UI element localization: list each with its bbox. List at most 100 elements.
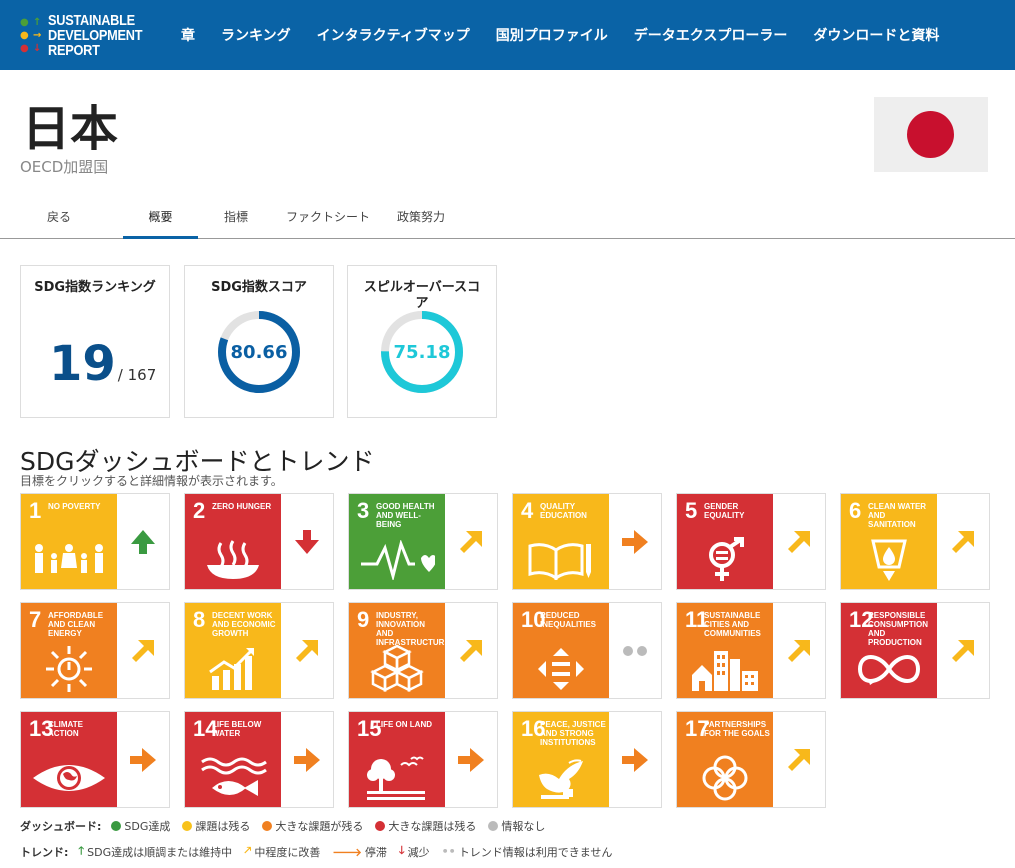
- legend-dot-icon: [182, 821, 193, 831]
- dashboard-legend: ダッシュボード: SDG達成 課題は残る 大きな課題が残る 大きな課題は残る 情報なし: [20, 818, 553, 834]
- sun-icon: [21, 641, 117, 696]
- goal-badge: 13 CLIMATE ACTION: [21, 712, 117, 807]
- trend-legend: トレンド: 🡑 SDG達成は順調または維持中 🡕 中程度に改善 🡒 停滞 🡓 減少 •• トレンド…: [20, 842, 620, 861]
- goal-badge: 14 LIFE BELOW WATER: [185, 712, 281, 807]
- sdg-goal-5-tile[interactable]: 5 GENDER EQUALITY: [676, 493, 826, 590]
- sdg-goal-6-tile[interactable]: 6 CLEAN WATER AND SANITATION: [840, 493, 990, 590]
- goal-badge: 3 GOOD HEALTH AND WELL-BEING: [349, 494, 445, 589]
- nav-interactive-map[interactable]: インタラクティブマップ: [304, 25, 483, 45]
- legend-item: 情報なし: [488, 818, 545, 834]
- legend-item: 大きな課題は残る: [375, 818, 476, 834]
- goal-badge: 8 DECENT WORK AND ECONOMIC GROWTH: [185, 603, 281, 698]
- book-icon: [513, 532, 609, 587]
- legend-dot-icon: [111, 821, 122, 831]
- goal-badge: 9 INDUSTRY, INNOVATION AND INFRASTRUCTURE: [349, 603, 450, 698]
- logo-text: SUSTAINABLE DEVELOPMENT REPORT: [48, 13, 150, 58]
- trend-up-icon: [117, 494, 169, 589]
- trend-stagnate-icon: [117, 712, 169, 807]
- tab-indicators[interactable]: 指標: [210, 204, 262, 239]
- sdg-goal-8-tile[interactable]: 8 DECENT WORK AND ECONOMIC GROWTH: [184, 602, 334, 699]
- sdg-goal-17-tile[interactable]: 17 PARTNERSHIPS FOR THE GOALS: [676, 711, 826, 808]
- equality-icon: [513, 641, 609, 696]
- rank-value: 19 / 167: [49, 336, 156, 392]
- top-navigation-bar: ● ↑ ● → ● ↓ SUSTAINABLE DEVELOPMENT REPORT …: [0, 0, 1015, 70]
- tab-back[interactable]: 戻る: [20, 204, 98, 239]
- sdg-goal-14-tile[interactable]: 14 LIFE BELOW WATER: [184, 711, 334, 808]
- goal-number: 2: [193, 498, 206, 523]
- goal-title: GENDER EQUALITY: [704, 502, 745, 520]
- legend-item-label: SDG達成: [124, 820, 171, 833]
- trend-arrow-icon: 🡒: [332, 845, 362, 859]
- sdg-goal-11-tile[interactable]: 11 SUSTAINABLE CITIES AND COMMUNITIES: [676, 602, 826, 699]
- score-card: SDG指数スコア 80.66: [184, 265, 334, 418]
- sdg-goal-15-tile[interactable]: 15 LIFE ON LAND: [348, 711, 498, 808]
- goal-number: 6: [849, 498, 862, 523]
- trend-moderate-icon: [773, 712, 825, 807]
- goal-title: DECENT WORK AND ECONOMIC GROWTH: [212, 611, 276, 638]
- goal-title: LIFE BELOW WATER: [212, 720, 262, 738]
- goal-title: LIFE ON LAND: [376, 720, 432, 729]
- sdg-goal-10-tile[interactable]: 10 REDUCED INEQUALITIES: [512, 602, 662, 699]
- logo-line: REPORT: [48, 41, 100, 59]
- family-icon: [21, 532, 117, 587]
- sdr-logo[interactable]: ● ↑ ● → ● ↓ SUSTAINABLE DEVELOPMENT REPORT: [20, 13, 168, 58]
- legend-item-label: 情報なし: [501, 820, 546, 833]
- legend-label: トレンド:: [20, 845, 69, 859]
- nav-rankings[interactable]: ランキング: [208, 25, 304, 45]
- spillover-value: 75.18: [393, 341, 451, 363]
- goal-badge: 12 RESPONSIBLE CONSUMPTION AND PRODUCTION: [841, 603, 937, 698]
- goal-badge: 2 ZERO HUNGER: [185, 494, 281, 589]
- legend-dot-icon: [488, 821, 499, 831]
- ranking-card: SDG指数ランキング 19 / 167: [20, 265, 170, 418]
- goal-badge: 7 AFFORDABLE AND CLEAN ENERGY: [21, 603, 117, 698]
- trend-moderate-icon: [937, 603, 989, 698]
- trend-arrow-icon: 🡓: [398, 844, 405, 857]
- sdg-goal-12-tile[interactable]: 12 RESPONSIBLE CONSUMPTION AND PRODUCTION: [840, 602, 990, 699]
- goal-badge: 15 LIFE ON LAND: [349, 712, 445, 807]
- goal-number: 1: [29, 498, 42, 523]
- japan-flag-icon: [874, 97, 988, 172]
- country-title: 日本: [22, 101, 119, 157]
- main-nav: 章 ランキング インタラクティブマップ 国別プロファイル データエクスプローラー…: [168, 25, 952, 45]
- goal-number: 3: [357, 498, 370, 523]
- legend-item-label: トレンド情報は利用できません: [458, 845, 613, 859]
- goal-badge: 11 SUSTAINABLE CITIES AND COMMUNITIES: [677, 603, 773, 698]
- tab-policy[interactable]: 政策努力: [390, 204, 452, 239]
- trend-down-icon: [281, 494, 333, 589]
- eye-globe-icon: [21, 750, 117, 805]
- tab-overview[interactable]: 概要: [123, 204, 198, 239]
- dove-icon: [513, 750, 609, 805]
- flag-sun: [907, 111, 954, 158]
- sdg-goal-4-tile[interactable]: 4 QUALITY EDUCATION: [512, 493, 662, 590]
- goal-number: 5: [685, 498, 698, 523]
- trend-stagnate-icon: [445, 712, 497, 807]
- nav-country-profiles[interactable]: 国別プロファイル: [483, 25, 621, 45]
- trend-arrow-icon: 🡕: [244, 844, 252, 857]
- country-subtitle: OECD加盟国: [20, 158, 109, 176]
- rank-total: / 167: [117, 366, 157, 384]
- nav-data-explorer[interactable]: データエクスプローラー: [621, 25, 801, 45]
- cubes-icon: [349, 641, 445, 696]
- sdg-goal-13-tile[interactable]: 13 CLIMATE ACTION: [20, 711, 170, 808]
- goal-title: ZERO HUNGER: [212, 502, 272, 511]
- sdg-goal-7-tile[interactable]: 7 AFFORDABLE AND CLEAN ENERGY: [20, 602, 170, 699]
- sdg-goal-2-tile[interactable]: 2 ZERO HUNGER: [184, 493, 334, 590]
- sdg-goal-1-tile[interactable]: 1 NO POVERTY: [20, 493, 170, 590]
- nav-chapters[interactable]: 章: [168, 25, 208, 45]
- nav-downloads[interactable]: ダウンロードと資料: [800, 25, 952, 45]
- sdg-goal-9-tile[interactable]: 9 INDUSTRY, INNOVATION AND INFRASTRUCTURE: [348, 602, 498, 699]
- goal-badge: 4 QUALITY EDUCATION: [513, 494, 609, 589]
- legend-dot-icon: [375, 821, 386, 831]
- sdg-goal-3-tile[interactable]: 3 GOOD HEALTH AND WELL-BEING: [348, 493, 498, 590]
- legend-item: 🡑 SDG達成は順調または維持中: [78, 842, 232, 861]
- score-ring: 80.66: [217, 310, 301, 394]
- legend-item: SDG達成: [111, 818, 170, 834]
- sdg-goal-16-tile[interactable]: 16 PEACE, JUSTICE AND STRONG INSTITUTIONS: [512, 711, 662, 808]
- card-title: SDG指数ランキング: [34, 280, 156, 295]
- trend-na-icon: [609, 603, 661, 698]
- trend-moderate-icon: [937, 494, 989, 589]
- dashboard-subtitle: 目標をクリックすると詳細情報が表示されます。: [20, 474, 283, 488]
- legend-item-label: 中程度に改善: [254, 845, 321, 859]
- tab-factsheet[interactable]: ファクトシート: [282, 204, 374, 239]
- legend-item-label: 大きな課題は残る: [388, 820, 477, 833]
